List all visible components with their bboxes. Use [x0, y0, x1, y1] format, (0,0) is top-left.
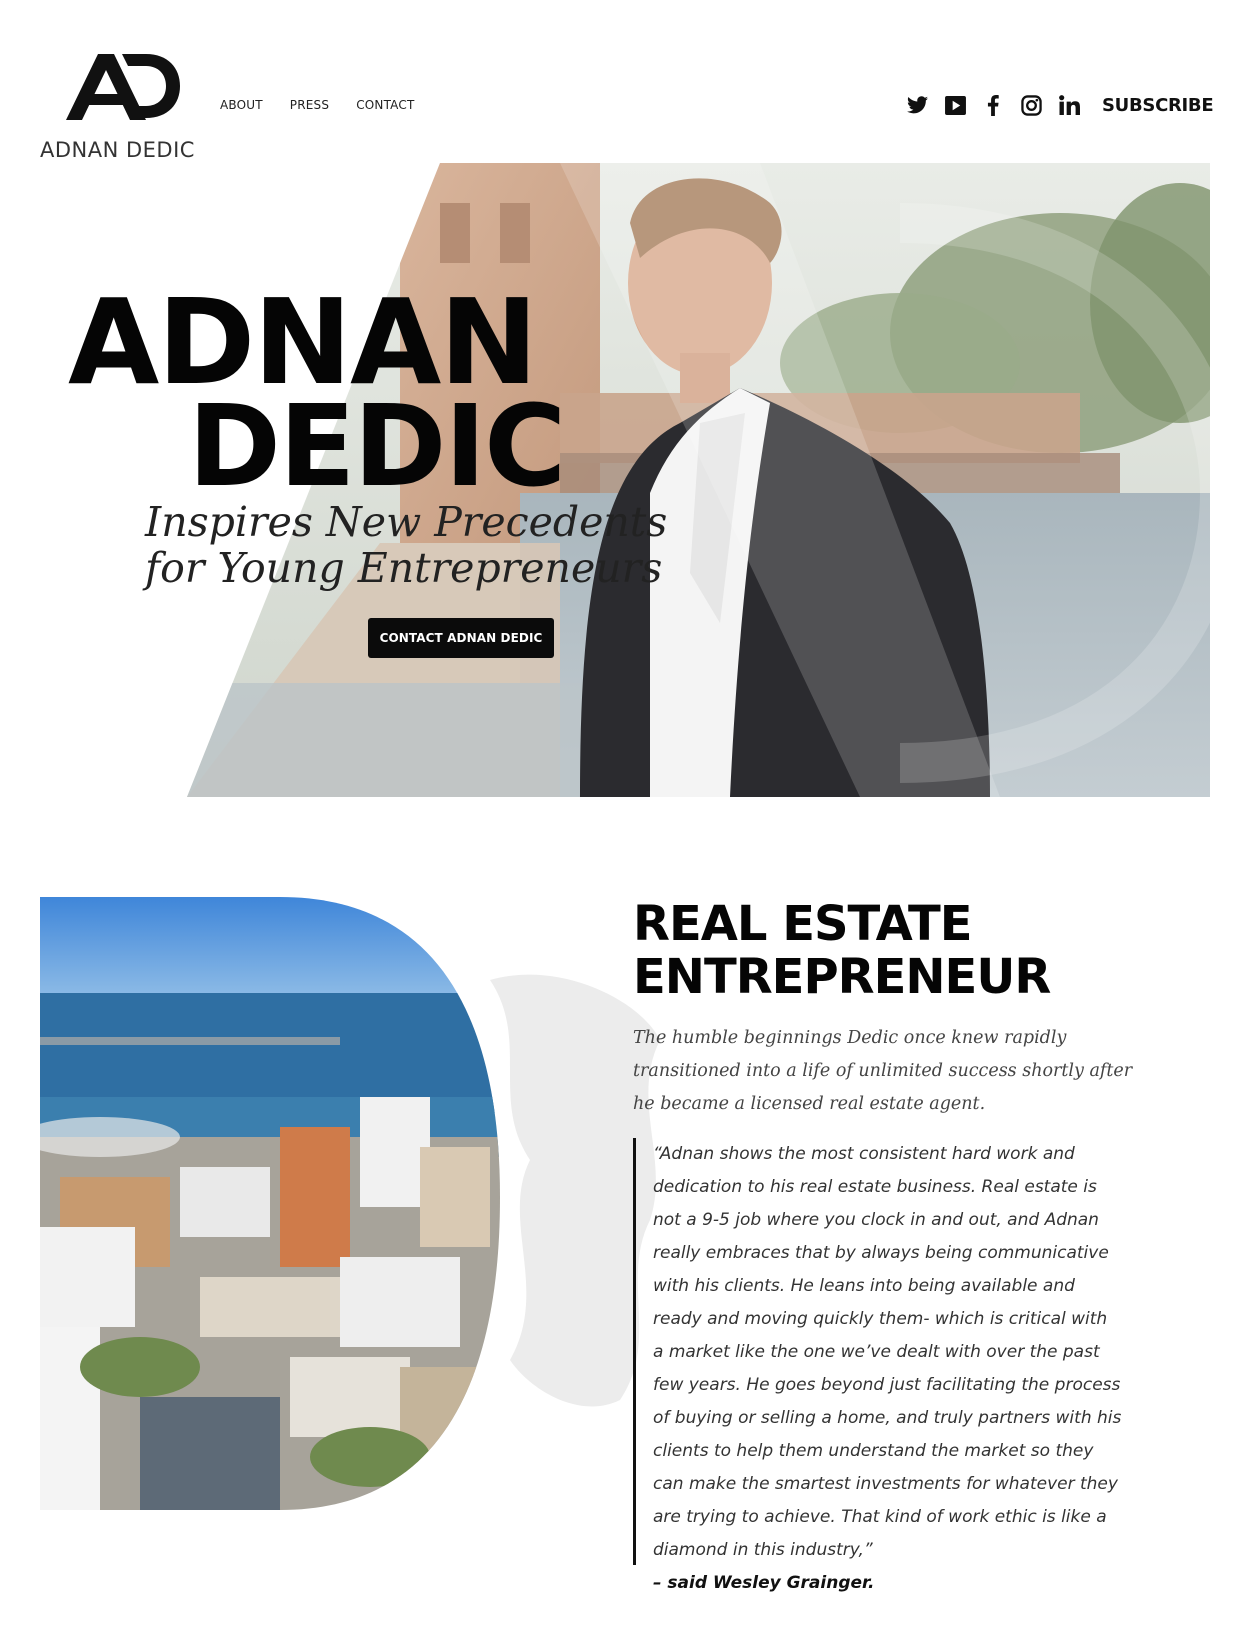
quote-text: “Adnan shows the most consistent hard wo… — [653, 1144, 1122, 1560]
youtube-icon[interactable] — [944, 94, 966, 116]
hero-banner: ADNAN DEDIC Inspires New Precedents for … — [0, 163, 1260, 797]
section-title-line2: ENTREPRENEUR — [633, 949, 1051, 1005]
subscribe-link[interactable]: SUBSCRIBE — [1102, 95, 1214, 116]
site-logo[interactable]: ADNAN DEDIC — [40, 50, 210, 165]
nav-about-link[interactable]: ABOUT — [220, 98, 263, 112]
hero-tagline-line2: for Young Entrepreneurs — [145, 544, 663, 592]
hero-name-last: DEDIC — [188, 382, 566, 512]
nav-contact-link[interactable]: CONTACT — [356, 98, 414, 112]
section-title-line1: REAL ESTATE — [633, 896, 973, 952]
linkedin-icon[interactable] — [1058, 94, 1080, 116]
logo-wordmark: ADNAN DEDIC — [40, 138, 195, 162]
nav-press-link[interactable]: PRESS — [290, 98, 329, 112]
main-nav: ABOUT PRESS CONTACT — [220, 98, 415, 112]
hero-tagline-line1: Inspires New Precedents — [145, 498, 668, 546]
instagram-icon[interactable] — [1020, 94, 1042, 116]
city-aerial-image — [40, 897, 500, 1510]
section-intro: The humble beginnings Dedic once knew ra… — [633, 1028, 1133, 1114]
twitter-icon[interactable] — [906, 94, 928, 116]
section-title: REAL ESTATE ENTREPRENEUR — [633, 896, 1051, 1005]
social-links: SUBSCRIBE — [906, 94, 1214, 116]
quote-attribution: – said Wesley Grainger. — [653, 1573, 875, 1593]
testimonial-quote: “Adnan shows the most consistent hard wo… — [633, 1138, 1123, 1593]
hero-tagline: Inspires New Precedents for Young Entrep… — [145, 499, 667, 591]
facebook-icon[interactable] — [982, 94, 1004, 116]
ad-monogram-icon — [66, 54, 180, 120]
contact-adnan-button[interactable]: CONTACT ADNAN DEDIC — [368, 618, 554, 658]
